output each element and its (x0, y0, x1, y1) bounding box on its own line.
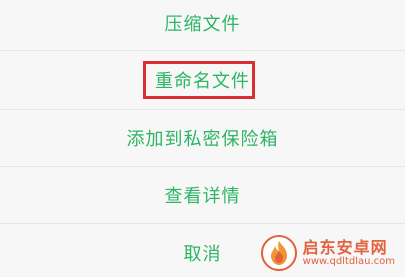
watermark: 启东安卓网 www.qdltdlau.com (260, 235, 395, 271)
watermark-url: www.qdltdlau.com (302, 256, 395, 268)
menu-item-label: 添加到私密保险箱 (126, 129, 279, 150)
menu-item-label: 重命名文件 (155, 71, 250, 92)
flame-logo-icon (260, 235, 297, 271)
menu-item-label: 查看详情 (164, 186, 241, 207)
menu-item-view-details[interactable]: 查看详情 (0, 167, 405, 224)
menu-item-compress-file[interactable]: 压缩文件 (0, 0, 405, 51)
menu-item-rename-file[interactable]: 重命名文件 (0, 51, 405, 110)
watermark-title: 启东安卓网 (302, 237, 388, 257)
menu-item-add-to-private-safe[interactable]: 添加到私密保险箱 (0, 110, 405, 167)
watermark-text: 启东安卓网 www.qdltdlau.com (303, 239, 395, 268)
menu-item-label: 压缩文件 (164, 14, 241, 35)
menu-item-label: 取消 (183, 243, 222, 265)
action-sheet: 压缩文件 重命名文件 添加到私密保险箱 查看详情 取消 启东安卓网 www.qd… (0, 0, 405, 277)
